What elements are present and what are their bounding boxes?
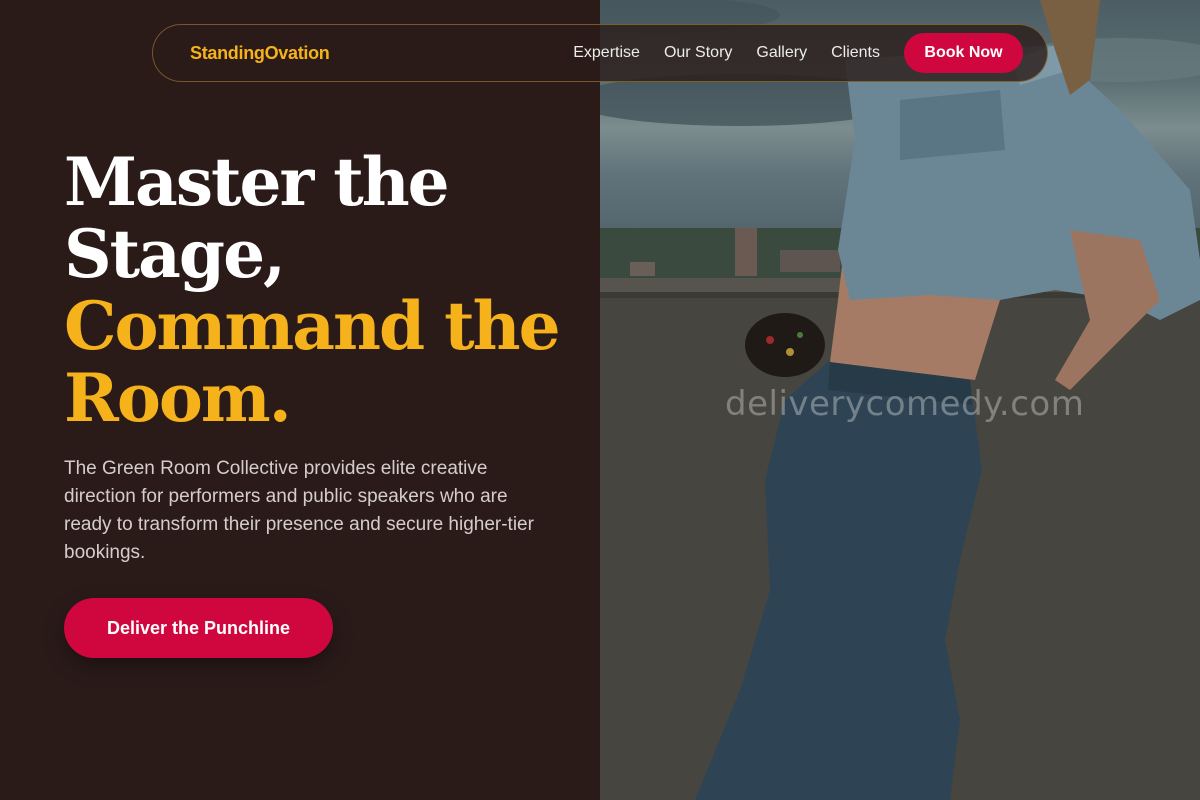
hero-title-line-2: Stage,: [64, 215, 286, 293]
book-now-button[interactable]: Book Now: [904, 33, 1023, 73]
nav-link-gallery[interactable]: Gallery: [756, 44, 807, 62]
nav-link-expertise[interactable]: Expertise: [573, 44, 640, 62]
hero-title-line-4: Room.: [64, 359, 292, 437]
nav-link-our-story[interactable]: Our Story: [664, 44, 732, 62]
hero-title-line-1: Master the: [64, 143, 450, 221]
top-navbar: StandingOvation Expertise Our Story Gall…: [152, 24, 1048, 82]
hero-description: The Green Room Collective provides elite…: [64, 458, 534, 563]
deliver-the-punchline-button[interactable]: Deliver the Punchline: [64, 598, 333, 658]
brand-logo[interactable]: StandingOvation: [190, 43, 330, 64]
watermark-text: deliverycomedy.com: [725, 384, 1085, 424]
hero-title: Master the Stage, Command the Room.: [64, 146, 584, 434]
nav-link-clients[interactable]: Clients: [831, 44, 880, 62]
hero-title-line-3: Command the: [64, 287, 561, 365]
nav-links: Expertise Our Story Gallery Clients Book…: [573, 33, 1023, 73]
